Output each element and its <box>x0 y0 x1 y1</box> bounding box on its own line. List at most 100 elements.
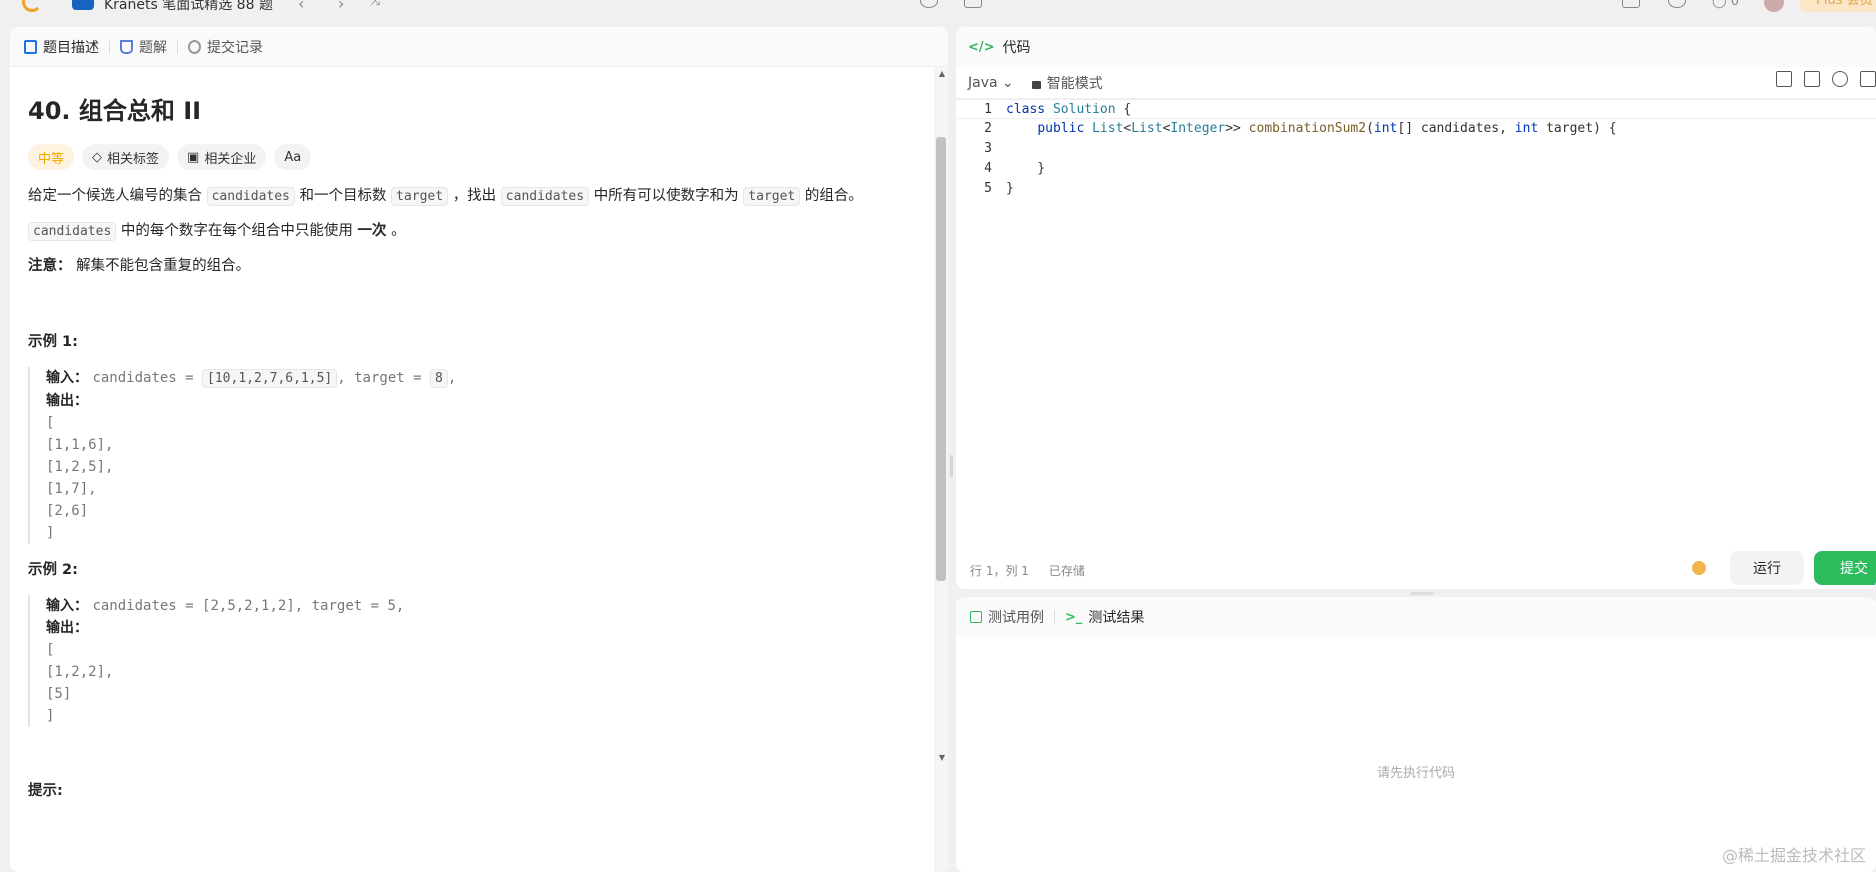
related-tags-button[interactable]: ◇ 相关标签 <box>82 144 170 170</box>
flask-icon <box>120 39 133 54</box>
watermark: @稀土掘金技术社区 <box>1721 846 1866 865</box>
translate-button[interactable]: Aa <box>274 144 312 170</box>
output-line: [ <box>46 415 55 431</box>
tab-testcase[interactable]: 测试用例 <box>970 607 1044 627</box>
problem-list-title[interactable]: Kranets 笔面试精选 88 题 <box>104 0 273 14</box>
desc-text: 的组合。 <box>804 188 863 204</box>
description-scrollbar[interactable]: ▲ ▼ <box>934 67 948 872</box>
smart-mode-toggle[interactable]: 智能模式 <box>1031 73 1103 93</box>
problem-list-icon[interactable] <box>72 0 94 10</box>
output-line: [ <box>46 642 55 658</box>
input-value: candidates = [2,5,2,1,2], target = 5, <box>92 598 405 614</box>
submit-button[interactable]: 提交 <box>1814 551 1876 585</box>
shuffle-icon[interactable]: ⤨ <box>370 0 380 9</box>
example-1-input: 输入： candidates = [10,1,2,7,6,1,5], targe… <box>46 367 930 390</box>
output-line: [1,7], <box>46 481 97 497</box>
code-text: class Solution { <box>1006 102 1132 117</box>
expand-icon[interactable] <box>1860 71 1876 87</box>
code-icon: </> <box>968 39 995 55</box>
line-number: 1 <box>984 102 992 117</box>
tab-solutions[interactable]: 题解 <box>120 37 167 57</box>
language-select[interactable]: Java ⌄ <box>968 75 1014 91</box>
code-editor-panel: </> 代码 Java ⌄ 智能模式 1 class Solution { 2 … <box>956 27 1876 589</box>
code-line[interactable]: 2 public List<List<Integer>> combination… <box>956 119 1876 139</box>
scroll-up-icon[interactable]: ▲ <box>939 69 945 78</box>
code-line[interactable]: 3 <box>956 139 1876 159</box>
streak-count: 0 <box>1730 0 1739 9</box>
bookmark-icon[interactable] <box>1804 71 1820 87</box>
top-bar: Kranets 笔面试精选 88 题 ‹ › ⤨ ◯ 0 Plus 会员 <box>0 0 1876 22</box>
scroll-down-icon[interactable]: ▼ <box>939 753 945 762</box>
format-icon[interactable] <box>1776 71 1792 87</box>
related-tags-label: 相关标签 <box>107 151 160 167</box>
tab-submissions[interactable]: 提交记录 <box>188 37 263 57</box>
layout-icon[interactable] <box>1622 0 1640 8</box>
leetcode-logo-icon[interactable] <box>22 0 42 12</box>
reset-icon[interactable] <box>1832 71 1848 87</box>
code-line[interactable]: 1 class Solution { <box>956 99 1876 119</box>
plus-member-button[interactable]: Plus 会员 <box>1800 0 1876 12</box>
code-line[interactable]: 4 } <box>956 159 1876 179</box>
note-icon[interactable] <box>964 0 982 8</box>
problem-constraint-paragraph: candidates 中的每个数字在每个组合中只能使用 一次 。 <box>28 217 930 246</box>
panel-resize-handle[interactable] <box>950 455 953 477</box>
tab-submissions-label: 提交记录 <box>207 39 263 56</box>
inline-code: 8 <box>429 369 448 388</box>
cursor-position: 行 1，列 1 <box>970 564 1029 578</box>
code-area[interactable]: 1 class Solution { 2 public List<List<In… <box>956 99 1876 199</box>
description-content: 40. 组合总和 II 中等 ◇ 相关标签 ▣ 相关企业 Aa 给定一个候选人编… <box>10 91 948 872</box>
description-tabs: 题目描述 题解 提交记录 <box>10 27 948 67</box>
debug-icon[interactable] <box>1692 561 1706 575</box>
problem-description: 给定一个候选人编号的集合 candidates 和一个目标数 target ，找… <box>28 182 930 211</box>
example-2-input: 输入： candidates = [2,5,2,1,2], target = 5… <box>46 595 930 617</box>
code-text: public List<List<Integer>> combinationSu… <box>1037 121 1617 136</box>
line-number: 4 <box>984 161 992 176</box>
output-label: 输出： <box>46 393 88 409</box>
avatar[interactable] <box>1764 0 1784 12</box>
chevron-down-icon: ⌄ <box>1002 74 1014 91</box>
result-tabs: 测试用例 >_ 测试结果 <box>956 597 1876 637</box>
panel-resize-handle[interactable] <box>1410 592 1434 595</box>
history-icon <box>188 39 201 54</box>
note-text: 解集不能包含重复的组合。 <box>76 258 251 274</box>
next-problem-icon[interactable]: › <box>338 0 344 13</box>
streak-counter[interactable]: ◯ 0 <box>1712 0 1739 9</box>
editor-header-label: 代码 <box>1002 40 1031 56</box>
input-value: candidates = <box>92 370 203 386</box>
code-text: } <box>1006 181 1014 196</box>
desc-text: 中所有可以使数字和为 <box>593 188 739 204</box>
tab-test-result[interactable]: >_ 测试结果 <box>1065 607 1144 627</box>
input-label: 输入： <box>46 370 88 386</box>
example-2-block: 输入： candidates = [2,5,2,1,2], target = 5… <box>28 595 930 727</box>
desc-text: 中的每个数字在每个组合中只能使用 <box>120 223 353 239</box>
inline-code: candidates <box>28 222 117 241</box>
editor-toolbar: Java ⌄ 智能模式 <box>956 67 1876 99</box>
tab-description[interactable]: 题目描述 <box>24 37 99 57</box>
example-1-block: 输入： candidates = [10,1,2,7,6,1,5], targe… <box>28 367 930 544</box>
scrollbar-thumb[interactable] <box>936 137 946 581</box>
tab-divider <box>109 39 110 54</box>
translate-icon: Aa <box>284 149 302 165</box>
prev-problem-icon[interactable]: ‹ <box>298 0 304 13</box>
desc-text: 给定一个候选人编号的集合 <box>28 188 202 204</box>
test-result-panel: 测试用例 >_ 测试结果 请先执行代码 <box>956 597 1876 872</box>
code-line[interactable]: 5 } <box>956 179 1876 199</box>
example-1-title: 示例 1: <box>28 334 78 350</box>
input-value: , <box>447 370 457 386</box>
inline-code: candidates <box>500 187 590 206</box>
terminal-icon: >_ <box>1065 609 1083 625</box>
inline-code: target <box>743 187 801 206</box>
lock-icon <box>1031 80 1041 89</box>
editor-header: </> 代码 <box>956 27 1876 67</box>
tab-description-label: 题目描述 <box>43 39 99 56</box>
tab-divider <box>1054 610 1055 624</box>
input-value: , target = <box>337 370 430 386</box>
tab-divider <box>177 39 178 54</box>
input-label: 输入： <box>46 598 88 614</box>
output-line: ] <box>46 708 55 724</box>
example-2-title: 示例 2: <box>28 562 78 578</box>
related-companies-button[interactable]: ▣ 相关企业 <box>177 144 267 170</box>
run-button[interactable]: 运行 <box>1730 551 1804 585</box>
settings-icon[interactable] <box>1668 0 1686 8</box>
timer-icon[interactable] <box>920 0 938 8</box>
